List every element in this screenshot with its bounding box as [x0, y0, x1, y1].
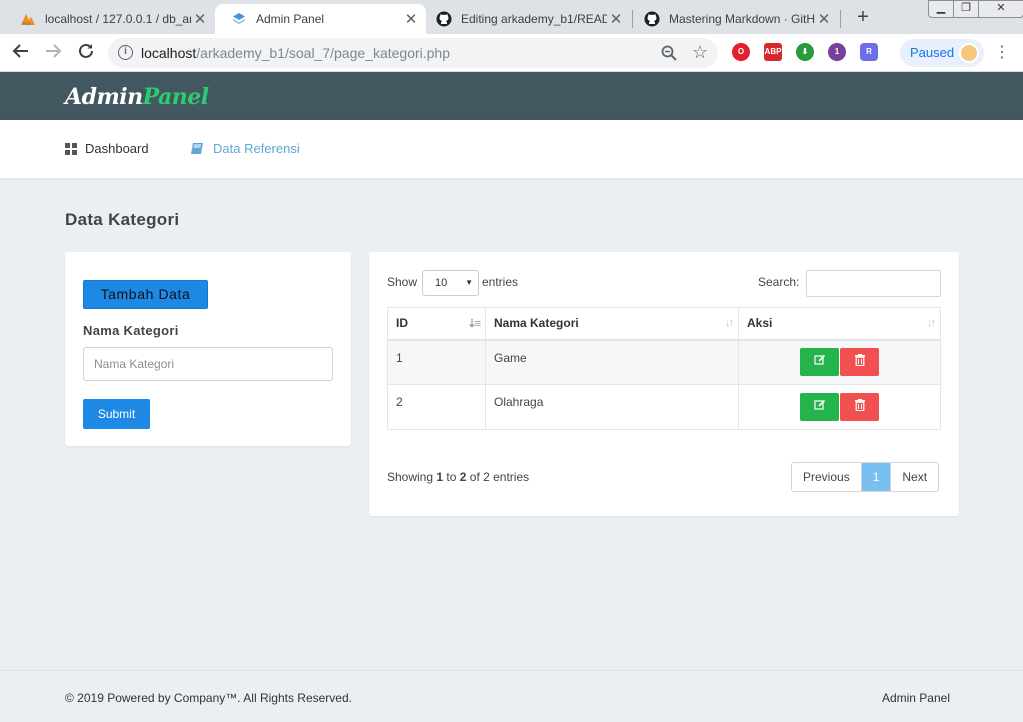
table-info: Showing 1 to 2 of 2 entries [387, 470, 530, 484]
bookmark-star-icon[interactable]: ☆ [692, 42, 708, 63]
browser-menu-icon[interactable]: ⋮ [994, 42, 1010, 62]
caret-down-icon: ▼ [465, 278, 473, 287]
category-table: ID⇣≡ Nama Kategori↓↑ Aksi↓↑ 1 Game 2 [387, 307, 941, 430]
browser-tab-editing-readme[interactable]: Editing arkademy_b1/README ✕ [420, 4, 631, 34]
cell-id: 2 [387, 384, 486, 430]
search-label: Search: [758, 275, 800, 289]
table-panel: Show 10 ▼ entries Search: ID ⇣≡ Nama Kate… [369, 252, 959, 516]
page-title: Data Kategori [65, 210, 180, 229]
field-label: Nama Kategori [83, 323, 179, 338]
nav-item-data-referensi[interactable]: Data Referensi [190, 141, 300, 156]
forward-arrow-icon[interactable] [41, 42, 65, 64]
delete-button[interactable] [840, 393, 879, 421]
previous-page-button[interactable]: Previous [792, 463, 862, 491]
app-navigation: Dashboard Data Referensi [0, 120, 1023, 178]
table-row: 1 Game [387, 339, 941, 385]
cell-id: 1 [387, 339, 486, 385]
close-tab-icon[interactable]: ✕ [815, 10, 833, 28]
site-info-icon[interactable]: i [118, 45, 133, 60]
tab-title: Mastering Markdown · GitHub [669, 12, 815, 26]
tampermonkey-icon[interactable]: 1 [828, 43, 846, 61]
window-controls: ▁ ❐ ✕ [928, 0, 1023, 18]
new-tab-button[interactable]: + [852, 6, 874, 28]
sort-icon: ↓↑ [725, 317, 734, 329]
table-row: 2 Olahraga [387, 384, 941, 430]
show-label: Show [387, 275, 418, 289]
page-length-select[interactable]: 10 ▼ [422, 270, 479, 296]
reload-icon[interactable] [74, 42, 98, 64]
page-length-value: 10 [435, 277, 448, 289]
sort-icon: ↓↑ [927, 317, 936, 329]
dashboard-grid-icon [65, 142, 77, 155]
footer-copyright: © 2019 Powered by Company™. All Rights R… [65, 691, 352, 705]
page-footer: © 2019 Powered by Company™. All Rights R… [0, 670, 1023, 722]
current-page-button[interactable]: 1 [861, 463, 891, 491]
nav-label: Data Referensi [213, 141, 300, 156]
cell-actions [738, 384, 941, 430]
column-header-nama-kategori[interactable]: Nama Kategori ↓↑ [485, 307, 739, 341]
close-tab-icon[interactable]: ✕ [402, 10, 420, 28]
nav-item-dashboard[interactable]: Dashboard [65, 141, 149, 156]
next-page-button[interactable]: Next [890, 463, 938, 491]
close-tab-icon[interactable]: ✕ [191, 10, 209, 28]
restore-icon[interactable]: ❐ [953, 0, 979, 18]
browser-tab-bar: PMA localhost / 127.0.0.1 / db_ark ✕ Adm… [0, 0, 1023, 34]
profile-status-label: Paused [910, 45, 955, 60]
browser-tab-phpmyadmin[interactable]: PMA localhost / 127.0.0.1 / db_ark ✕ [4, 4, 215, 34]
layers-icon [231, 11, 247, 27]
tab-title: Editing arkademy_b1/README [461, 12, 607, 26]
close-tab-icon[interactable]: ✕ [607, 10, 625, 28]
url-text: localhost/arkademy_b1/soal_7/page_katego… [141, 45, 451, 61]
edit-icon [813, 399, 825, 410]
github-icon [644, 11, 660, 27]
footer-brand: Admin Panel [881, 691, 950, 705]
tab-separator [840, 10, 841, 28]
brand-logo[interactable]: AdminPanel [65, 84, 209, 110]
browser-tab-mastering-markdown[interactable]: Mastering Markdown · GitHub ✕ [628, 4, 839, 34]
profile-paused-button[interactable]: Paused [900, 39, 984, 67]
github-icon [436, 11, 452, 27]
nav-label: Dashboard [85, 141, 149, 156]
submit-button[interactable]: Submit [83, 399, 150, 429]
delete-button[interactable] [840, 348, 879, 377]
column-header-aksi[interactable]: Aksi ↓↑ [738, 307, 941, 341]
category-name-input[interactable] [83, 347, 333, 381]
cell-name: Game [485, 339, 739, 385]
search-input[interactable] [806, 270, 941, 297]
extension-r-icon[interactable]: R [860, 43, 878, 61]
sort-asc-icon: ⇣≡ [467, 318, 481, 330]
pagination: Previous 1 Next [791, 462, 940, 492]
minimize-icon[interactable]: ▁ [928, 0, 954, 18]
cell-actions [738, 339, 941, 385]
tab-title: Admin Panel [256, 12, 325, 26]
browser-toolbar: i localhost/arkademy_b1/soal_7/page_kate… [0, 34, 1023, 72]
back-arrow-icon[interactable] [9, 42, 33, 64]
add-data-button[interactable]: Tambah Data [83, 280, 208, 309]
column-header-id[interactable]: ID ⇣≡ [387, 307, 486, 341]
trash-icon [854, 399, 865, 412]
book-icon [190, 142, 205, 155]
address-bar[interactable]: i localhost/arkademy_b1/soal_7/page_kate… [108, 38, 718, 68]
adblock-plus-icon[interactable]: ABP [764, 43, 782, 61]
zoom-icon[interactable] [660, 44, 678, 62]
entries-label: entries [482, 275, 519, 289]
close-window-icon[interactable]: ✕ [978, 0, 1023, 18]
edit-button[interactable] [800, 393, 839, 421]
download-manager-icon[interactable]: ⬇ [796, 43, 814, 61]
cell-name: Olahraga [485, 384, 739, 430]
phpmyadmin-icon: PMA [20, 11, 36, 27]
tab-title: localhost / 127.0.0.1 / db_ark [45, 12, 191, 26]
form-panel: Tambah Data Nama Kategori Submit [65, 252, 351, 446]
app-header: AdminPanel [0, 72, 1023, 120]
opera-icon[interactable]: O [732, 43, 750, 61]
avatar [959, 43, 979, 63]
svg-text:PMA: PMA [22, 21, 31, 26]
table-header-row: ID ⇣≡ Nama Kategori ↓↑ Aksi ↓↑ [387, 307, 941, 341]
trash-icon [854, 354, 865, 367]
edit-button[interactable] [800, 348, 839, 377]
browser-tab-admin-panel[interactable]: Admin Panel ✕ [215, 4, 426, 34]
edit-icon [813, 355, 825, 365]
